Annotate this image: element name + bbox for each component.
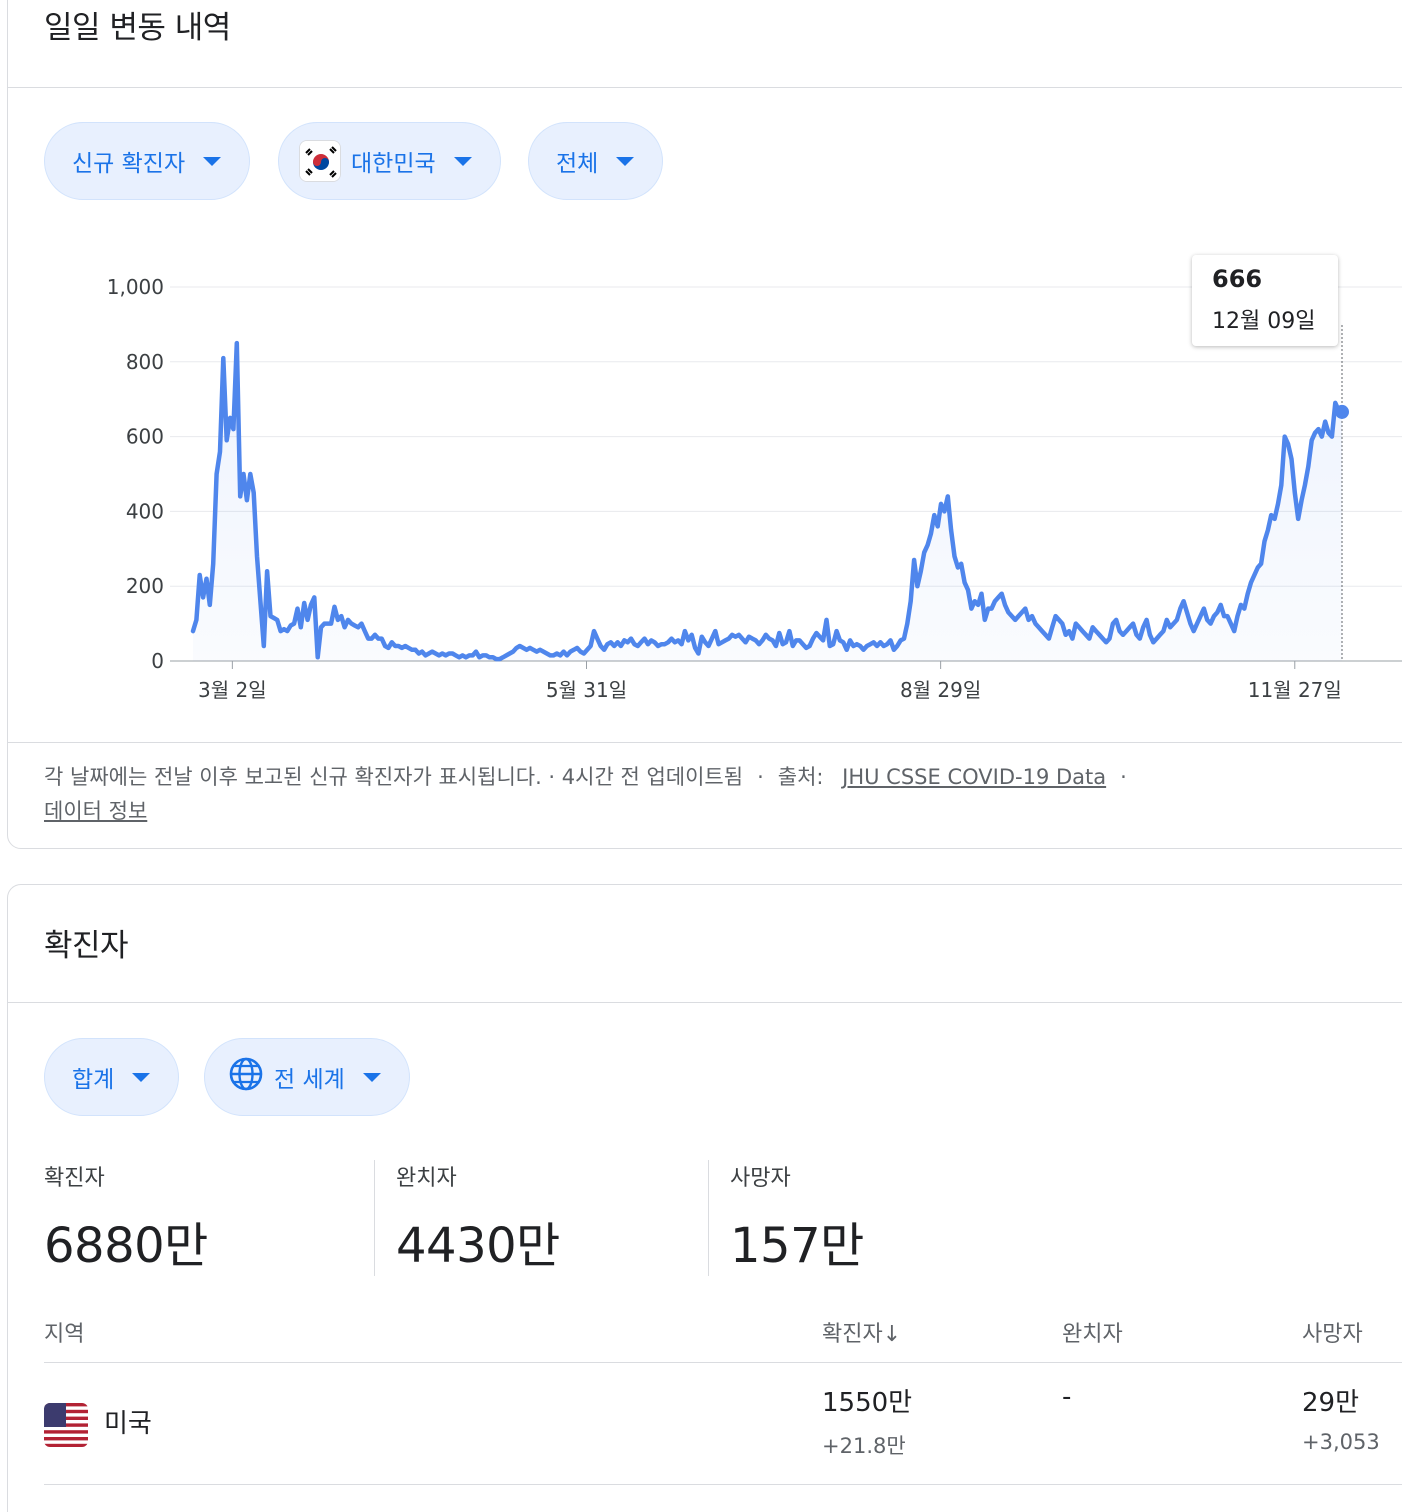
stat-value: 4430만	[396, 1218, 560, 1274]
region-dropdown[interactable]: 전 세계	[204, 1038, 410, 1116]
table-row-divider	[44, 1484, 1402, 1485]
series-area	[193, 343, 1342, 661]
x-tick-label: 5월 31일	[546, 678, 627, 702]
daily-cases-chart[interactable]: 0 200 400 600 800 1,000 3월 2일 5월 31일 8월 29일 11월 2…	[0, 0, 1402, 720]
table-header-divider	[44, 1362, 1402, 1363]
y-tick-label: 600	[126, 425, 164, 449]
stat-confirmed: 확진자 6880만	[44, 1160, 208, 1276]
column-header-recovered[interactable]: 완치자	[1062, 1316, 1123, 1348]
globe-icon	[228, 1056, 264, 1098]
stat-value: 157만	[730, 1218, 864, 1274]
x-tick-label: 3월 2일	[198, 678, 267, 702]
us-flag-icon	[44, 1403, 88, 1451]
column-header-region[interactable]: 지역	[44, 1316, 84, 1348]
sort-arrow-icon: ↓	[882, 1322, 902, 1347]
stat-divider	[708, 1160, 709, 1276]
row-confirmed-new: +21.8만	[822, 1434, 906, 1458]
stat-divider	[374, 1160, 375, 1276]
stat-deaths: 사망자 157만	[730, 1160, 864, 1276]
type-dropdown[interactable]: 합계	[44, 1038, 180, 1116]
caret-down-icon	[362, 1072, 381, 1082]
y-tick-label: 200	[126, 574, 164, 598]
x-tick-label: 8월 29일	[900, 678, 981, 702]
chart-footnote: 각 날짜에는 전날 이후 보고된 신규 확진자가 표시됩니다. · 4시간 전 …	[44, 765, 1127, 823]
cases-card	[7, 884, 1402, 1512]
tooltip-value: 666	[1212, 265, 1263, 293]
stat-label: 사망자	[730, 1166, 791, 1191]
y-tick-label: 0	[151, 649, 164, 673]
cases-title: 확진자	[44, 928, 129, 964]
chart-tooltip: 666 12월 09일	[1192, 255, 1338, 346]
column-header-confirmed-label: 확진자	[822, 1322, 883, 1347]
row-deaths: 29만	[1302, 1388, 1360, 1418]
series-line	[190, 340, 1345, 662]
row-recovered: -	[1062, 1382, 1072, 1412]
row-confirmed: 1550만	[822, 1388, 913, 1418]
caret-down-icon	[132, 1072, 151, 1082]
highlight-point	[1335, 404, 1349, 419]
row-deaths-new: +3,053	[1302, 1430, 1380, 1454]
stat-label: 확진자	[44, 1166, 105, 1191]
stat-label: 완치자	[396, 1166, 457, 1191]
about-data-link[interactable]: 데이터 정보	[44, 799, 147, 823]
footer-divider	[7, 742, 1402, 743]
source-label: 출처:	[777, 765, 824, 789]
column-header-deaths[interactable]: 사망자	[1302, 1316, 1363, 1348]
y-tick-label: 1,000	[107, 275, 164, 299]
stat-value: 6880만	[44, 1218, 208, 1274]
row-region: 미국	[104, 1409, 152, 1439]
footnote-text: 각 날짜에는 전날 이후 보고된 신규 확진자가 표시됩니다. · 4시간 전 …	[44, 765, 744, 789]
tooltip-date: 12월 09일	[1212, 309, 1316, 334]
y-tick-label: 800	[126, 350, 164, 374]
y-tick-label: 400	[126, 499, 164, 523]
column-header-confirmed[interactable]: 확진자↓	[822, 1316, 901, 1348]
cases-title-divider	[7, 1002, 1402, 1003]
x-tick-label: 11월 27일	[1248, 678, 1342, 702]
region-dropdown-label: 전 세계	[274, 1067, 345, 1093]
source-link[interactable]: JHU CSSE COVID-19 Data	[842, 765, 1106, 789]
stat-recovered: 완치자 4430만	[396, 1160, 560, 1276]
type-dropdown-label: 합계	[72, 1067, 115, 1093]
